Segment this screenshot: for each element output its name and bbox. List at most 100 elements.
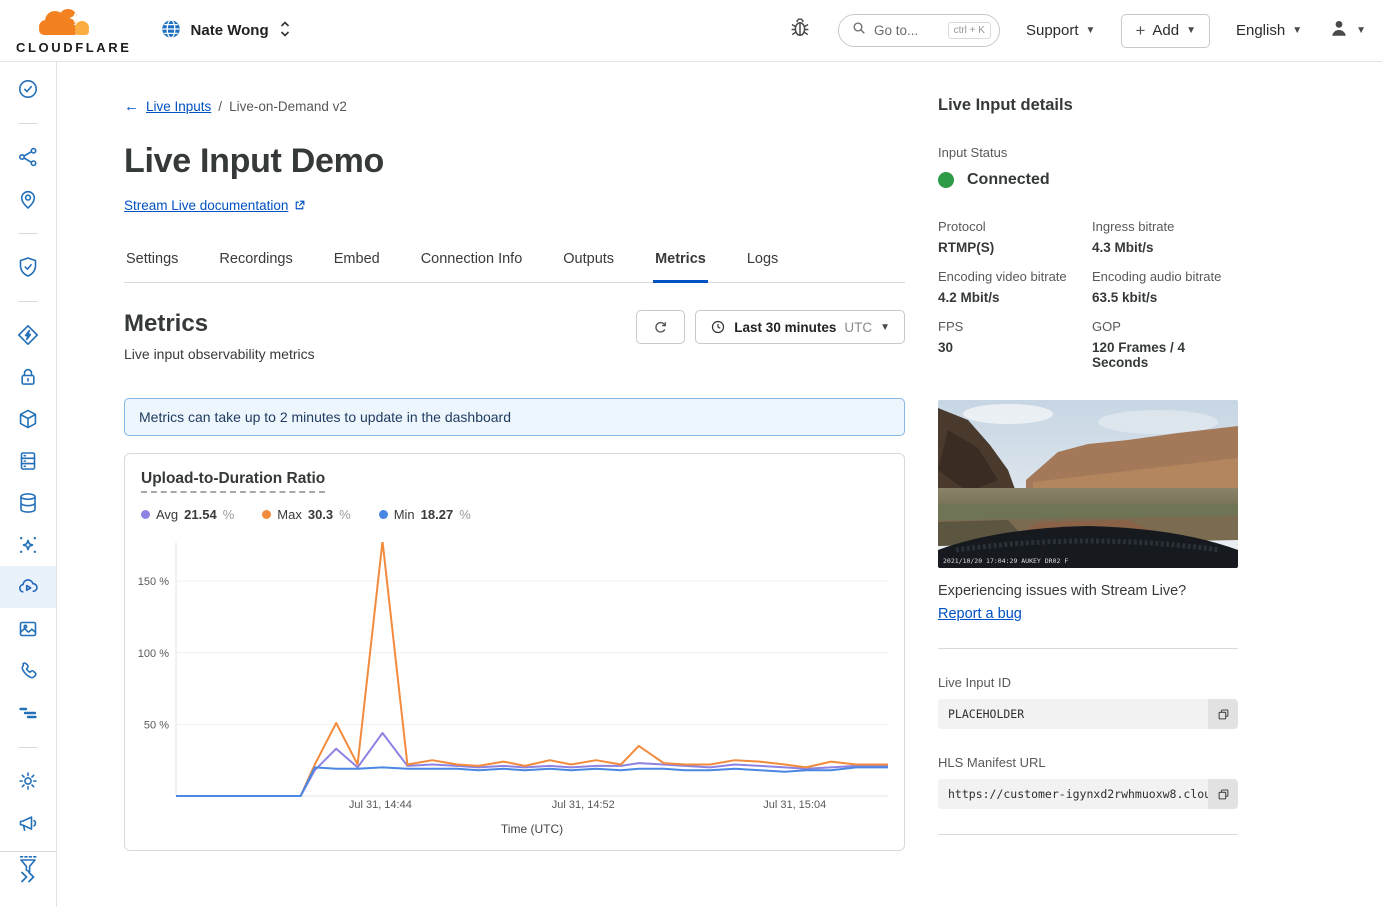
sidebar-item-share-network[interactable] bbox=[0, 136, 56, 178]
double-chevron-right-icon bbox=[16, 865, 40, 894]
field-value: 120 Frames / 4 Seconds bbox=[1092, 340, 1238, 370]
refresh-icon bbox=[652, 319, 669, 336]
detail-field: Protocol RTMP(S) bbox=[938, 219, 1084, 255]
tab-recordings[interactable]: Recordings bbox=[217, 242, 294, 283]
language-menu[interactable]: English ▼ bbox=[1236, 22, 1302, 39]
info-banner: Metrics can take up to 2 minutes to upda… bbox=[124, 398, 905, 436]
breadcrumb-separator: / bbox=[218, 99, 222, 114]
sidebar-item-calls[interactable] bbox=[0, 650, 56, 692]
refresh-button[interactable] bbox=[636, 310, 685, 344]
back-arrow-icon[interactable]: ← bbox=[124, 98, 139, 115]
svg-text:50 %: 50 % bbox=[144, 719, 169, 731]
legend-item-min: Min18.27% bbox=[379, 507, 471, 522]
field-label: Ingress bitrate bbox=[1092, 219, 1238, 234]
legend-unit: % bbox=[339, 507, 351, 522]
sidebar-divider bbox=[0, 734, 56, 760]
sidebar-item-clock[interactable] bbox=[0, 68, 56, 110]
search-placeholder: Go to... bbox=[874, 23, 941, 38]
add-button[interactable]: + Add ▼ bbox=[1121, 14, 1210, 48]
sidebar-item-database[interactable] bbox=[0, 482, 56, 524]
clock-icon bbox=[710, 319, 726, 335]
add-label: Add bbox=[1152, 22, 1179, 39]
time-range-dropdown[interactable]: Last 30 minutes UTC ▼ bbox=[695, 310, 905, 344]
language-label: English bbox=[1236, 22, 1285, 39]
legend-dot-icon bbox=[141, 510, 150, 519]
legend-unit: % bbox=[223, 507, 235, 522]
detail-field: GOP 120 Frames / 4 Seconds bbox=[1092, 319, 1238, 370]
divider bbox=[938, 648, 1238, 649]
copy-hls-url-button[interactable] bbox=[1208, 779, 1238, 809]
time-range-value: Last 30 minutes bbox=[734, 320, 836, 335]
legend-dot-icon bbox=[262, 510, 271, 519]
sidebar-item-settings[interactable] bbox=[0, 760, 56, 802]
account-switcher[interactable]: Nate Wong bbox=[160, 18, 292, 44]
legend-dot-icon bbox=[379, 510, 388, 519]
sidebar-item-ai-sparkles[interactable] bbox=[0, 524, 56, 566]
sidebar-item-shield[interactable] bbox=[0, 246, 56, 288]
account-name: Nate Wong bbox=[191, 22, 269, 39]
sidebar-item-megaphone[interactable] bbox=[0, 802, 56, 844]
bug-icon[interactable] bbox=[788, 15, 812, 46]
time-zone: UTC bbox=[844, 320, 872, 335]
chart-card: Upload-to-Duration Ratio Avg21.54%Max30.… bbox=[124, 453, 905, 851]
sidebar-item-diamond-bolt[interactable] bbox=[0, 314, 56, 356]
tab-connection-info[interactable]: Connection Info bbox=[419, 242, 525, 283]
tab-settings[interactable]: Settings bbox=[124, 242, 180, 283]
sidebar-item-lock[interactable] bbox=[0, 356, 56, 398]
tab-logs[interactable]: Logs bbox=[745, 242, 780, 283]
live-input-details-panel: Live Input details Input Status Connecte… bbox=[938, 62, 1238, 835]
field-label: Protocol bbox=[938, 219, 1084, 234]
sidebar-item-server[interactable] bbox=[0, 440, 56, 482]
breadcrumb-live-inputs-link[interactable]: Live Inputs bbox=[146, 99, 211, 114]
legend-value: 21.54 bbox=[184, 507, 217, 522]
user-icon bbox=[1328, 17, 1350, 44]
updown-chevrons-icon bbox=[278, 19, 292, 43]
chevron-down-icon: ▼ bbox=[880, 322, 890, 333]
sidebar-item-pipelines[interactable] bbox=[0, 692, 56, 734]
sidebar-item-map-pin[interactable] bbox=[0, 178, 56, 220]
breadcrumb-current: Live-on-Demand v2 bbox=[229, 99, 347, 114]
copy-live-input-id-button[interactable] bbox=[1208, 699, 1238, 729]
stream-docs-label: Stream Live documentation bbox=[124, 198, 288, 213]
details-title: Live Input details bbox=[938, 96, 1238, 115]
map-pin-icon bbox=[16, 187, 40, 211]
tab-embed[interactable]: Embed bbox=[332, 242, 382, 283]
tab-metrics[interactable]: Metrics bbox=[653, 242, 708, 283]
field-value: 4.3 Mbit/s bbox=[1092, 240, 1238, 255]
global-search[interactable]: Go to... ctrl + K bbox=[838, 14, 1000, 47]
svg-text:Jul 31, 14:52: Jul 31, 14:52 bbox=[552, 799, 615, 811]
sidebar-item-images[interactable] bbox=[0, 608, 56, 650]
details-fields: Protocol RTMP(S) Ingress bitrate 4.3 Mbit/s… bbox=[938, 219, 1238, 370]
sidebar-item-cube[interactable] bbox=[0, 398, 56, 440]
user-menu[interactable]: ▼ bbox=[1328, 17, 1366, 44]
status-text: Connected bbox=[967, 171, 1050, 189]
live-preview-thumbnail: 2021/10/20 17:04:29 AUKEY DR02 F bbox=[938, 400, 1238, 568]
svg-text:100 %: 100 % bbox=[138, 648, 169, 660]
external-link-icon bbox=[293, 199, 306, 212]
report-bug-link[interactable]: Report a bug bbox=[938, 606, 1022, 622]
cube-icon bbox=[16, 407, 40, 431]
plus-icon: + bbox=[1135, 22, 1145, 39]
sidebar-collapse-button[interactable] bbox=[0, 851, 56, 907]
settings-icon bbox=[16, 769, 40, 793]
status-dot-icon bbox=[938, 172, 954, 188]
legend-item-max: Max30.3% bbox=[262, 507, 350, 522]
legend-item-avg: Avg21.54% bbox=[141, 507, 234, 522]
legend-value: 18.27 bbox=[421, 507, 454, 522]
support-menu[interactable]: Support ▼ bbox=[1026, 22, 1095, 39]
megaphone-icon bbox=[16, 811, 40, 835]
svg-text:Jul 31, 14:44: Jul 31, 14:44 bbox=[349, 799, 412, 811]
calls-icon bbox=[16, 659, 40, 683]
field-label: GOP bbox=[1092, 319, 1238, 334]
sidebar-item-stream[interactable] bbox=[0, 566, 56, 608]
tab-outputs[interactable]: Outputs bbox=[561, 242, 616, 283]
copy-icon bbox=[1216, 707, 1231, 722]
ai-sparkles-icon bbox=[16, 533, 40, 557]
stream-docs-link[interactable]: Stream Live documentation bbox=[124, 198, 306, 213]
breadcrumb: ← Live Inputs / Live-on-Demand v2 bbox=[124, 98, 905, 115]
field-value: RTMP(S) bbox=[938, 240, 1084, 255]
sidebar bbox=[0, 62, 57, 907]
pipelines-icon bbox=[16, 701, 40, 725]
cloudflare-logo[interactable]: CLOUDFLARE bbox=[16, 6, 132, 55]
live-input-id-field: PLACEHOLDER bbox=[938, 699, 1238, 729]
